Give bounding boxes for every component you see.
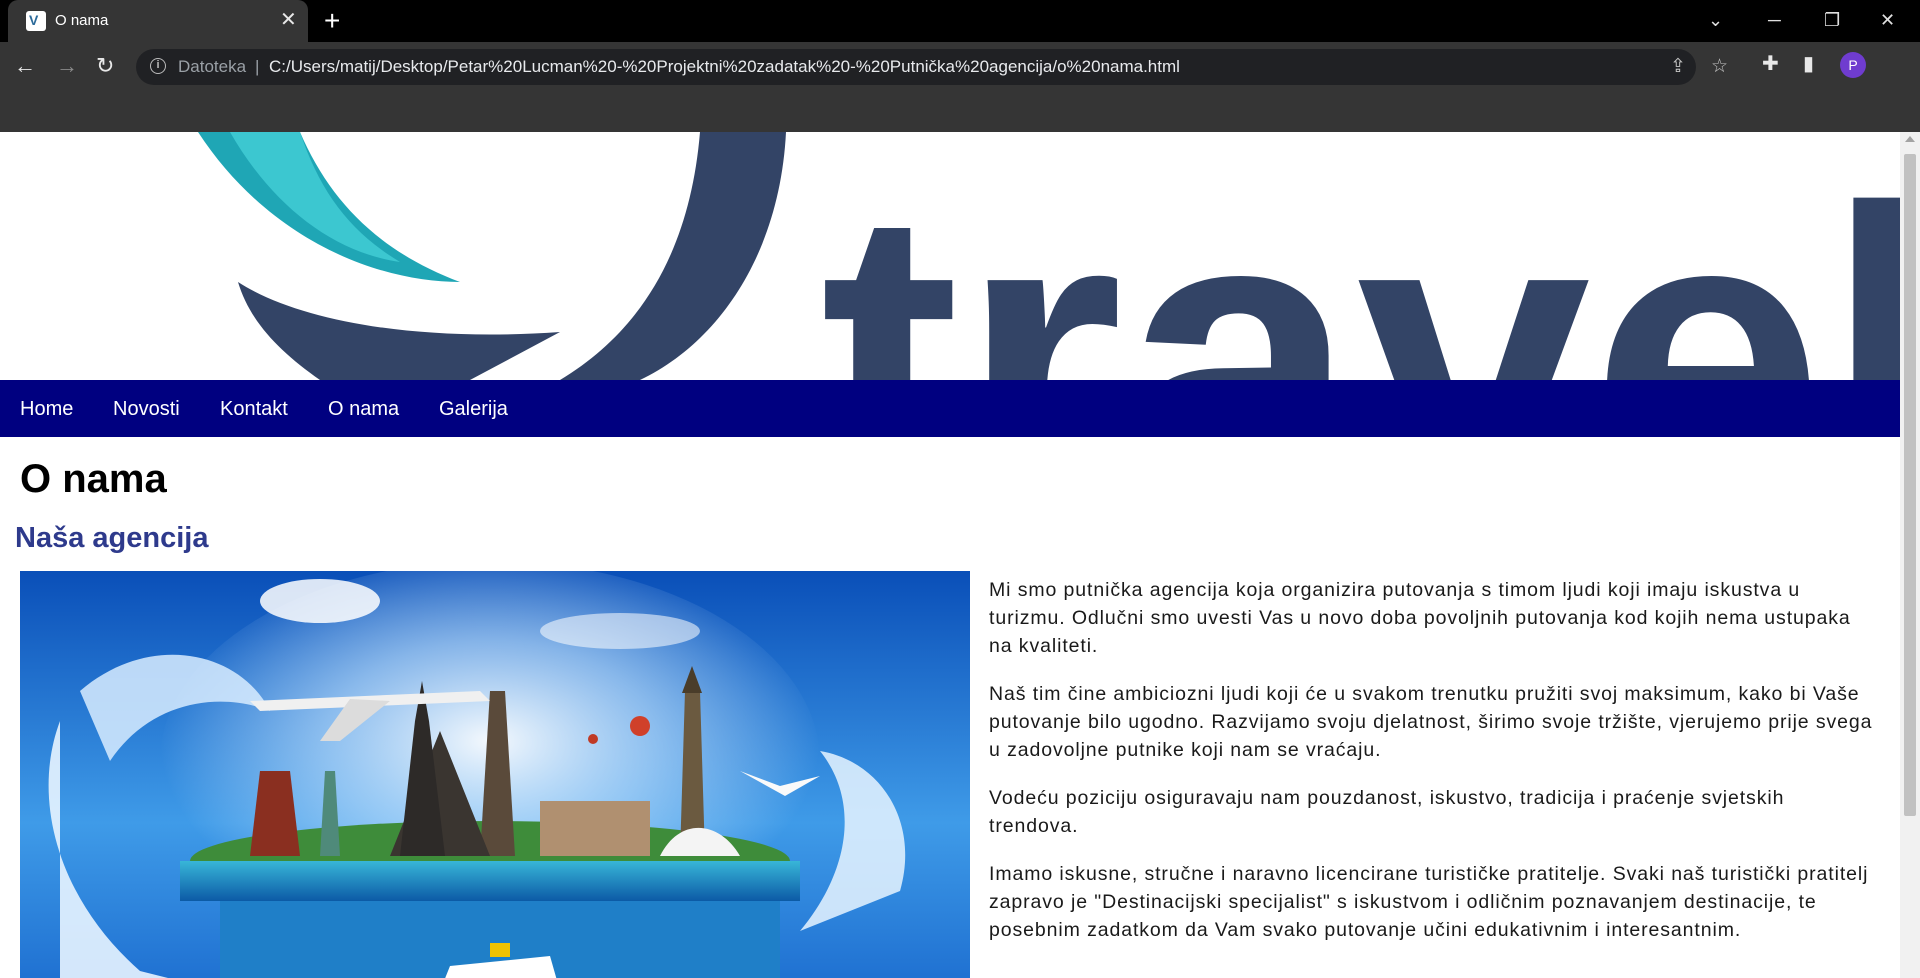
nav-kontakt[interactable]: Kontakt (220, 398, 288, 421)
nav-galerija[interactable]: Galerija (439, 398, 508, 421)
forward-button[interactable]: → (56, 50, 78, 82)
site-banner: travel (0, 132, 1900, 380)
travel-logo: travel (198, 132, 1900, 380)
page-viewport: travel Home Novosti Kontakt O nama Galer… (0, 132, 1920, 978)
paragraph: Naš tim čine ambiciozni ljudi koji će u … (989, 683, 1873, 761)
nav-o-nama[interactable]: O nama (328, 398, 399, 421)
bookmark-star-icon[interactable]: ☆ (1711, 55, 1728, 78)
browser-tab-bar: V O nama ✕ + ⌄ ─ ❐ ✕ (0, 0, 1920, 42)
browser-tab[interactable]: V O nama ✕ (8, 0, 308, 42)
section-title: Naša agencija (15, 522, 209, 554)
tab-search-icon[interactable]: ⌄ (1708, 6, 1723, 34)
site-favicon-icon: V (26, 11, 46, 31)
close-window-button[interactable]: ✕ (1880, 6, 1895, 34)
url-separator: | (255, 57, 260, 76)
nav-home[interactable]: Home (20, 398, 73, 421)
new-tab-button[interactable]: + (324, 4, 340, 38)
browser-toolbar: ← → ↻ i Datoteka | C:/Users/matij/Deskto… (0, 42, 1920, 132)
minimize-button[interactable]: ─ (1768, 6, 1781, 34)
side-panel-icon[interactable]: ▮ (1803, 51, 1814, 76)
back-button[interactable]: ← (14, 50, 36, 82)
vertical-scrollbar[interactable] (1900, 132, 1920, 978)
reload-button[interactable]: ↻ (96, 50, 114, 82)
main-navigation: Home Novosti Kontakt O nama Galerija (0, 380, 1900, 437)
paragraph: Imamo iskusne, stručne i naravno licenci… (989, 863, 1869, 941)
site-info-icon[interactable]: i (150, 58, 166, 74)
nav-novosti[interactable]: Novosti (113, 398, 180, 421)
profile-avatar[interactable]: P (1840, 52, 1866, 78)
scroll-up-arrow-icon[interactable] (1905, 136, 1915, 142)
paragraph: Mi smo putnička agencija koja organizira… (989, 579, 1851, 657)
tab-close-icon[interactable]: ✕ (280, 9, 297, 31)
restore-button[interactable]: ❐ (1824, 6, 1840, 34)
agency-description: Mi smo putnička agencija koja organizira… (989, 576, 1879, 964)
address-bar[interactable]: i Datoteka | C:/Users/matij/Desktop/Peta… (136, 49, 1728, 85)
scrollbar-thumb[interactable] (1904, 154, 1916, 816)
extensions-icon[interactable]: ✚ (1762, 51, 1779, 76)
travel-collage-image (20, 571, 970, 978)
banner-wordmark: travel (820, 132, 1900, 380)
page-title: O nama (20, 457, 167, 501)
url-text[interactable]: C:/Users/matij/Desktop/Petar%20Lucman%20… (269, 57, 1180, 77)
tab-title: O nama (55, 12, 109, 29)
url-scheme-label: Datoteka (178, 57, 247, 76)
share-icon[interactable]: ⇪ (1670, 55, 1686, 78)
paragraph: Vodeću poziciju osiguravaju nam pouzdano… (989, 787, 1785, 837)
